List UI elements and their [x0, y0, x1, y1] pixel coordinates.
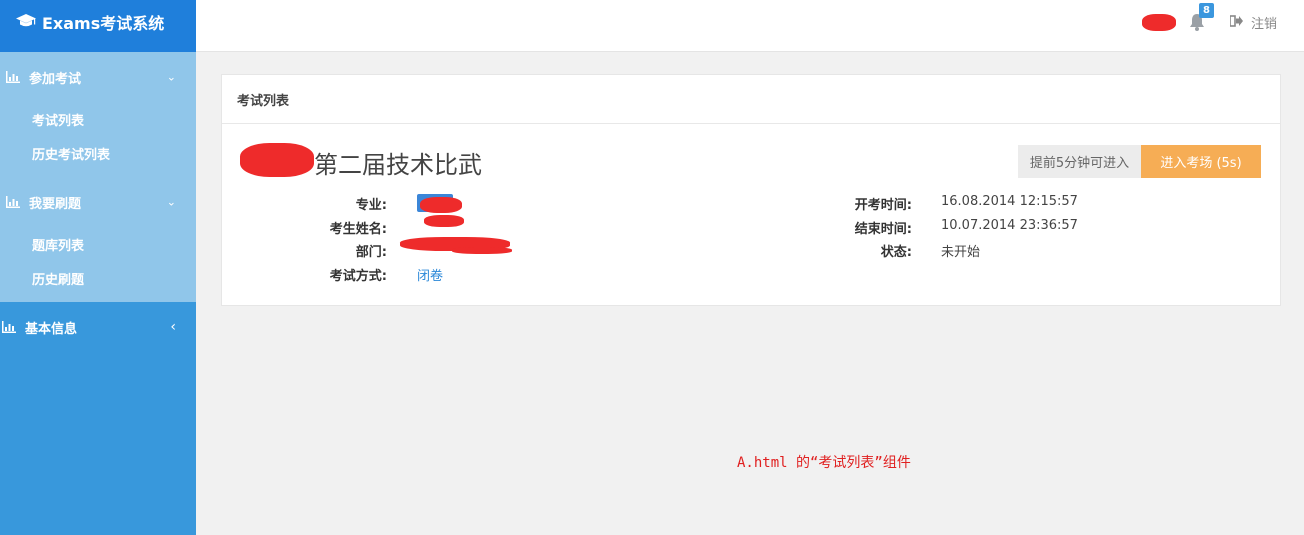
- annotation-note: A.html 的“考试列表”组件: [737, 455, 911, 471]
- brand-logo[interactable]: Exams考试系统: [16, 10, 164, 34]
- sidebar-group-exams: 参加考试 ⌄ 考试列表 历史考试列表 我要刷题 ⌄ 题库列表 历史刷题: [0, 52, 196, 302]
- sidebar-item-exam-history[interactable]: 历史考试列表: [0, 136, 196, 170]
- logout-button[interactable]: 注销: [1229, 13, 1278, 32]
- bar-chart-icon: [2, 321, 16, 333]
- sidebar-group-header-exams[interactable]: 参加考试 ⌄: [0, 52, 196, 102]
- chevron-down-icon: ⌄: [166, 195, 176, 209]
- status-value: 未开始: [941, 245, 981, 260]
- redacted-exam-prefix: [240, 143, 314, 177]
- chevron-left-icon: ‹: [170, 319, 176, 335]
- redacted-major: [420, 197, 462, 213]
- exam-title: 第二届技术比武: [314, 151, 482, 179]
- sidebar-item-exam-list[interactable]: 考试列表: [0, 102, 196, 136]
- panel-title: 考试列表: [222, 75, 1280, 124]
- enter-exam-button[interactable]: 进入考场 (5s): [1141, 145, 1261, 178]
- brand-title: Exams考试系统: [42, 14, 165, 33]
- sidebar-group-header-basic-info[interactable]: 基本信息 ‹: [0, 302, 196, 352]
- bar-chart-icon: [6, 71, 20, 83]
- bar-chart-icon: [6, 196, 20, 208]
- sidebar: 参加考试 ⌄ 考试列表 历史考试列表 我要刷题 ⌄ 题库列表 历史刷题 基本信息…: [0, 52, 196, 535]
- sign-out-icon: [1229, 14, 1243, 31]
- graduation-cap-icon: [16, 13, 36, 32]
- start-time-value: 16.08.2014 12:15:57: [941, 194, 1078, 209]
- field-label-department: 部门:: [355, 245, 387, 260]
- field-label-end-time: 结束时间:: [854, 222, 912, 237]
- notification-badge: 8: [1199, 3, 1214, 18]
- chevron-down-icon: ⌄: [166, 70, 176, 84]
- sidebar-item-practice-history[interactable]: 历史刷题: [0, 261, 196, 295]
- sidebar-group-label: 我要刷题: [29, 196, 82, 212]
- end-time-value: 10.07.2014 23:36:57: [941, 218, 1078, 233]
- field-label-candidate-name: 考生姓名:: [329, 222, 387, 237]
- redacted-username: [1142, 14, 1176, 31]
- early-entry-notice: 提前5分钟可进入: [1018, 145, 1141, 178]
- exam-list-panel: 考试列表 第二届技术比武 提前5分钟可进入 进入考场 (5s) 专业: 考生姓名…: [221, 74, 1281, 306]
- sidebar-group-label: 参加考试: [29, 71, 82, 87]
- logout-label: 注销: [1251, 17, 1278, 32]
- redacted-department-2: [452, 247, 512, 254]
- sidebar-group-header-practice[interactable]: 我要刷题 ⌄: [0, 177, 196, 227]
- top-navbar: [196, 0, 1304, 52]
- sidebar-item-question-bank[interactable]: 题库列表: [0, 227, 196, 261]
- sidebar-group-label: 基本信息: [25, 321, 78, 337]
- redacted-candidate-name: [424, 215, 464, 227]
- exam-mode-value[interactable]: 闭卷: [417, 265, 443, 284]
- field-label-start-time: 开考时间:: [854, 198, 912, 213]
- field-label-major: 专业:: [355, 198, 387, 213]
- field-label-status: 状态:: [880, 245, 912, 260]
- field-label-exam-mode: 考试方式:: [329, 269, 387, 284]
- brand-bar: Exams考试系统: [0, 0, 196, 52]
